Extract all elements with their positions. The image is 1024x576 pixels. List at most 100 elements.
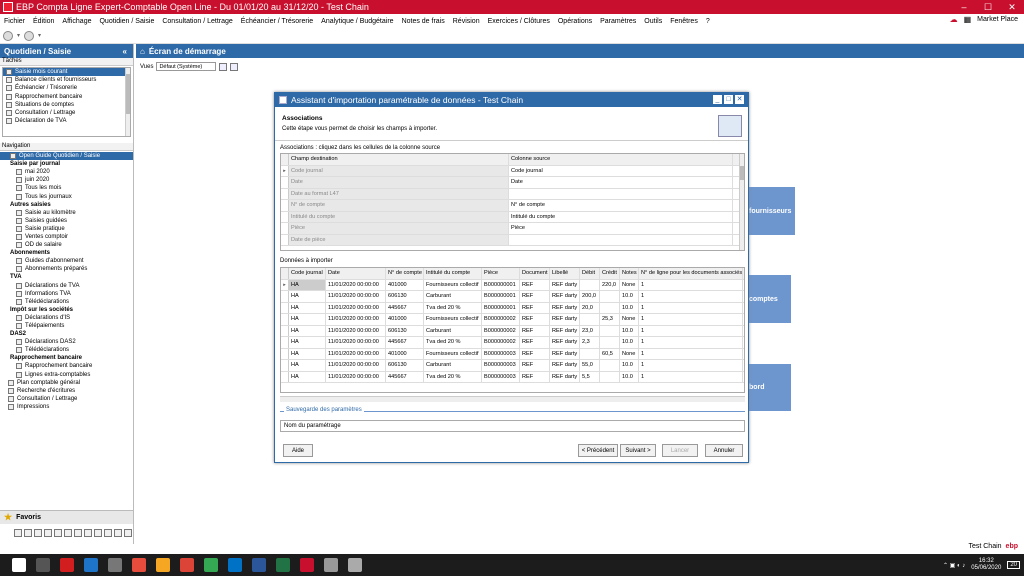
- data-cell[interactable]: 23,0: [580, 325, 600, 336]
- data-cell[interactable]: 1: [639, 371, 743, 382]
- chrome-icon[interactable]: [180, 558, 194, 572]
- data-cell[interactable]: 401000: [386, 314, 424, 325]
- data-cell[interactable]: REF darty: [550, 360, 580, 371]
- cancel-button[interactable]: Annuler: [705, 444, 743, 457]
- data-cell[interactable]: REF darty: [550, 337, 580, 348]
- source-cell[interactable]: [509, 188, 733, 199]
- data-cell[interactable]: Carburant: [424, 291, 482, 302]
- data-row[interactable]: HA 11/01/2020 00:00:00 445667 Tva ded 20 % B…: [281, 302, 744, 314]
- views-dropdown[interactable]: Défaut (Système): [156, 62, 217, 71]
- column-header[interactable]: Date: [326, 268, 386, 279]
- panel-icon[interactable]: [74, 529, 82, 537]
- nav-item[interactable]: Tous les mois: [0, 184, 133, 192]
- collapse-icon[interactable]: «: [123, 47, 127, 56]
- data-cell[interactable]: None: [620, 279, 639, 290]
- folder-icon[interactable]: [156, 558, 170, 572]
- menu-item[interactable]: Analytique / Budgétaire: [321, 18, 393, 25]
- menu-item[interactable]: Édition: [33, 18, 54, 25]
- nav-item[interactable]: Saisie au kilomètre: [0, 209, 133, 217]
- nav-item[interactable]: Télédéclarations: [0, 298, 133, 306]
- save-view-icon[interactable]: [219, 62, 228, 71]
- app-icon[interactable]: [324, 558, 338, 572]
- data-cell[interactable]: [580, 314, 600, 325]
- data-row[interactable]: HA 11/01/2020 00:00:00 606130 Carburant B000…: [281, 325, 744, 337]
- panel-icon[interactable]: [54, 529, 62, 537]
- source-cell[interactable]: Intitulé du compte: [509, 211, 733, 222]
- source-cell[interactable]: N° de compte: [509, 200, 733, 211]
- data-cell[interactable]: 445667: [386, 371, 424, 382]
- panel-icon[interactable]: [34, 529, 42, 537]
- data-cell[interactable]: B000000003: [482, 360, 520, 371]
- column-header[interactable]: Code journal: [289, 268, 326, 279]
- column-header[interactable]: Champ destination: [289, 154, 509, 165]
- data-cell[interactable]: 10.0: [620, 360, 639, 371]
- close-button[interactable]: ✕: [1000, 0, 1024, 14]
- data-cell[interactable]: 25,3: [600, 314, 620, 325]
- edit-view-icon[interactable]: [230, 62, 239, 71]
- data-cell[interactable]: [600, 302, 620, 313]
- data-cell[interactable]: B000000003: [482, 371, 520, 382]
- association-row[interactable]: N° de compte N° de compte: [281, 200, 744, 212]
- back-icon[interactable]: [3, 30, 13, 41]
- nav-item[interactable]: Consultation / Lettrage: [0, 395, 133, 403]
- data-cell[interactable]: REF: [520, 314, 550, 325]
- source-cell[interactable]: Code journal: [509, 165, 733, 176]
- dialog-close-button[interactable]: ✕: [735, 95, 744, 104]
- next-button[interactable]: Suivant >: [620, 444, 656, 457]
- data-cell[interactable]: Tva ded 20 %: [424, 371, 482, 382]
- panel-icon[interactable]: [44, 529, 52, 537]
- nav-item[interactable]: Déclarations de TVA: [0, 282, 133, 290]
- data-cell[interactable]: [600, 291, 620, 302]
- column-header[interactable]: Intitulé du compte: [424, 268, 482, 279]
- app-icon[interactable]: [132, 558, 146, 572]
- data-cell[interactable]: 11/01/2020 00:00:00: [326, 291, 386, 302]
- market-place-icon[interactable]: ▦: [964, 15, 972, 24]
- menu-item[interactable]: Quotidien / Saisie: [99, 18, 154, 25]
- previous-button[interactable]: < Précédent: [578, 444, 618, 457]
- data-cell[interactable]: REF: [520, 371, 550, 382]
- nav-item[interactable]: Tous les journaux: [0, 192, 133, 200]
- column-header[interactable]: Débit: [580, 268, 600, 279]
- menu-item[interactable]: Consultation / Lettrage: [162, 18, 232, 25]
- data-cell[interactable]: 5,5: [580, 371, 600, 382]
- nav-item[interactable]: Abonnements préparés: [0, 265, 133, 273]
- data-cell[interactable]: [580, 279, 600, 290]
- column-header[interactable]: N° de compte: [386, 268, 424, 279]
- task-item[interactable]: Déclaration de TVA: [3, 117, 130, 125]
- maximize-button[interactable]: ☐: [976, 0, 1000, 14]
- data-cell[interactable]: 11/01/2020 00:00:00: [326, 337, 386, 348]
- data-cell[interactable]: 1: [639, 314, 743, 325]
- launch-button[interactable]: Lancer: [662, 444, 698, 457]
- data-cell[interactable]: Fournisseurs collectif: [424, 348, 482, 359]
- data-cell[interactable]: HA: [289, 360, 326, 371]
- favorites-bar[interactable]: ★ Favoris: [0, 510, 133, 524]
- data-cell[interactable]: Fournisseurs collectif: [424, 279, 482, 290]
- menu-item[interactable]: Échéancier / Trésorerie: [241, 18, 313, 25]
- tile-fournisseurs[interactable]: fournisseurs: [749, 187, 795, 235]
- excel-icon[interactable]: [276, 558, 290, 572]
- association-row[interactable]: Date de pièce: [281, 234, 744, 246]
- menu-item[interactable]: Fenêtres: [670, 18, 698, 25]
- data-cell[interactable]: 606130: [386, 291, 424, 302]
- nav-item[interactable]: mai 2020: [0, 168, 133, 176]
- data-cell[interactable]: Carburant: [424, 360, 482, 371]
- data-cell[interactable]: REF darty: [550, 371, 580, 382]
- association-row[interactable]: Date Date: [281, 177, 744, 189]
- menu-item[interactable]: Outils: [644, 18, 662, 25]
- associations-scrollbar[interactable]: [739, 154, 744, 250]
- task-item[interactable]: Balance clients et fournisseurs: [3, 76, 130, 84]
- app-icon[interactable]: [204, 558, 218, 572]
- nav-item[interactable]: Impressions: [0, 403, 133, 411]
- data-cell[interactable]: HA: [289, 337, 326, 348]
- data-cell[interactable]: [600, 371, 620, 382]
- data-cell[interactable]: 200,0: [580, 291, 600, 302]
- column-header[interactable]: N° de ligne pour les documents associés: [639, 268, 743, 279]
- ebp-icon[interactable]: [300, 558, 314, 572]
- help-button[interactable]: Aide: [283, 444, 313, 457]
- panel-icon[interactable]: [104, 529, 112, 537]
- nav-item[interactable]: Plan comptable général: [0, 379, 133, 387]
- setting-name-field[interactable]: Nom du paramétrage: [280, 420, 745, 432]
- windows-start-icon[interactable]: [12, 558, 26, 572]
- data-cell[interactable]: 401000: [386, 279, 424, 290]
- data-cell[interactable]: B000000002: [482, 325, 520, 336]
